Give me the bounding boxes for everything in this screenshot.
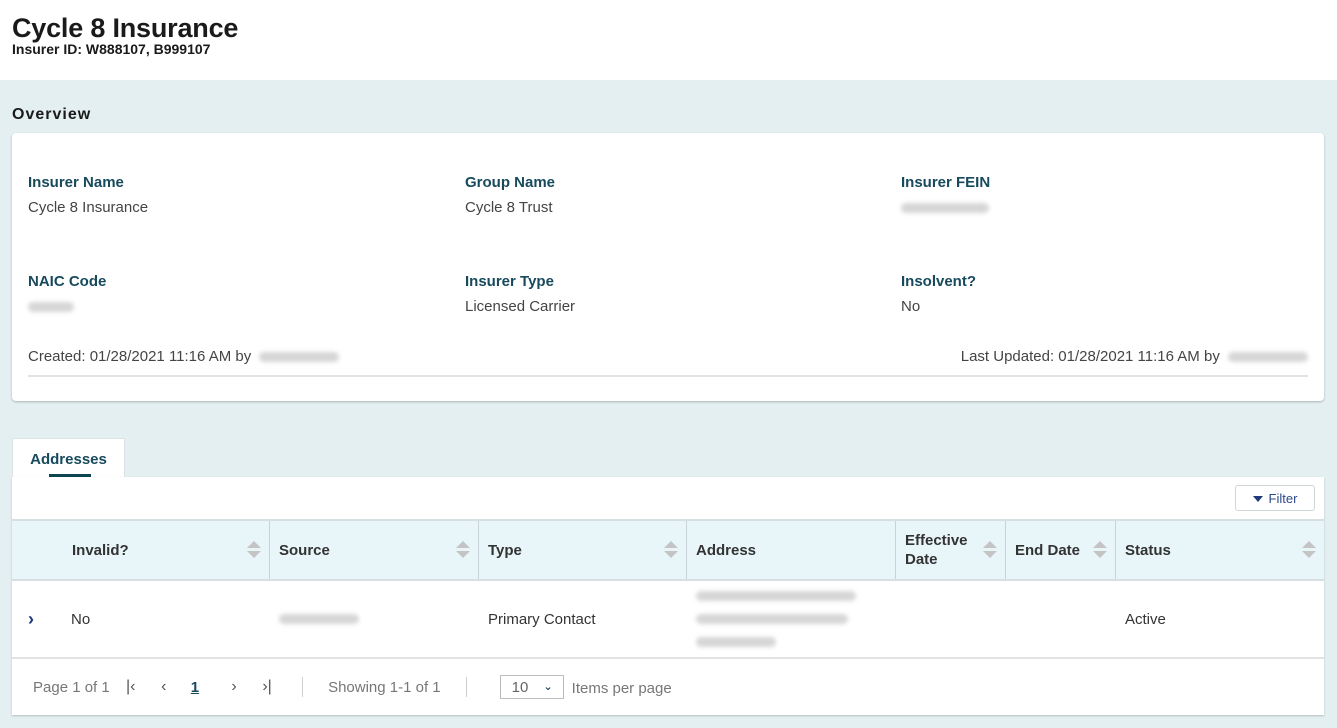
- field-insurer-name: Insurer Name Cycle 8 Insurance: [28, 174, 148, 217]
- column-title: Type: [488, 541, 522, 559]
- column-header-type[interactable]: Type: [479, 521, 687, 579]
- field-label: Insurer Name: [28, 174, 124, 191]
- cell-status: Active: [1125, 610, 1166, 628]
- field-label: Insurer FEIN: [901, 174, 991, 191]
- column-title: End Date: [1015, 541, 1081, 559]
- expand-row-chevron-icon[interactable]: ›: [28, 609, 34, 630]
- tab-label: Addresses: [30, 451, 107, 468]
- field-naic-code: NAIC Code: [28, 273, 106, 316]
- created-text: Created: 01/28/2021 11:16 AM by: [28, 348, 252, 365]
- items-per-page-select[interactable]: 10 ⌄: [499, 675, 564, 699]
- column-title: Effective Date: [905, 532, 968, 568]
- insurer-id: Insurer ID: W888107, B999107: [12, 41, 211, 57]
- last-updated-text: Last Updated: 01/28/2021 11:16 AM by: [960, 348, 1220, 365]
- field-value: Licensed Carrier: [465, 298, 576, 315]
- table-header: Invalid? Source Type Address Effective D…: [12, 519, 1324, 581]
- field-label: NAIC Code: [28, 273, 107, 290]
- column-header-effective-date[interactable]: Effective Date: [896, 521, 1006, 579]
- sort-icon[interactable]: [1302, 541, 1316, 559]
- column-title: Invalid?: [72, 541, 129, 559]
- field-insurer-fein: Insurer FEIN: [901, 174, 990, 217]
- column-header-status[interactable]: Status: [1116, 521, 1324, 579]
- overview-card: Insurer Name Cycle 8 Insurance Group Nam…: [12, 133, 1324, 401]
- sort-icon[interactable]: [456, 541, 470, 559]
- sort-icon[interactable]: [1093, 541, 1107, 559]
- tab-addresses[interactable]: Addresses: [12, 438, 125, 478]
- filter-icon: [1252, 496, 1263, 502]
- last-page-icon[interactable]: ›|: [259, 678, 275, 696]
- field-label: Insurer Type: [465, 273, 554, 290]
- column-title: Source: [279, 541, 330, 559]
- next-page-icon[interactable]: ›: [229, 678, 239, 696]
- page-number-current[interactable]: 1: [191, 679, 199, 696]
- addresses-table: Filter Invalid? Source Type Address Effe…: [12, 477, 1324, 715]
- column-header-address: Address: [687, 521, 896, 579]
- cell-type: Primary Contact: [488, 610, 596, 628]
- cell-source-redacted: [270, 581, 479, 657]
- field-insolvent: Insolvent? No: [901, 273, 976, 316]
- filter-label: Filter: [1268, 490, 1298, 506]
- last-updated-info: Last Updated: 01/28/2021 11:16 AM by: [961, 348, 1308, 365]
- page-indicator: Page 1 of 1: [33, 678, 110, 696]
- field-value: Cycle 8 Insurance: [28, 199, 149, 216]
- previous-page-icon[interactable]: ‹: [159, 678, 169, 696]
- first-page-icon[interactable]: |‹: [123, 678, 139, 696]
- sort-icon[interactable]: [247, 541, 261, 559]
- showing-count: Showing 1-1 of 1: [328, 678, 441, 696]
- column-title: Address: [696, 541, 757, 559]
- divider: [28, 375, 1308, 377]
- sort-icon[interactable]: [664, 541, 678, 559]
- overview-heading: Overview: [12, 106, 92, 123]
- page-title: Cycle 8 Insurance: [12, 13, 239, 43]
- cell-invalid: No: [71, 610, 91, 628]
- field-insurer-type: Insurer Type Licensed Carrier: [465, 273, 575, 316]
- field-value-redacted: [901, 199, 990, 217]
- sort-icon[interactable]: [983, 541, 997, 559]
- filter-button[interactable]: Filter: [1235, 485, 1315, 511]
- pagination: Page 1 of 1 |‹ ‹ 1 › ›| Showing 1-1 of 1…: [12, 659, 1324, 715]
- field-value: No: [901, 298, 921, 315]
- items-per-page-value: 10: [511, 678, 529, 696]
- field-value: Cycle 8 Trust: [465, 199, 553, 216]
- updated-by-redacted: [1228, 352, 1308, 363]
- field-value-redacted: [28, 298, 106, 316]
- field-group-name: Group Name Cycle 8 Trust: [465, 174, 555, 217]
- cell-address-redacted: [687, 581, 896, 657]
- cell-effective-date: [896, 581, 1006, 657]
- field-label: Insolvent?: [901, 273, 977, 290]
- cell-end-date: [1006, 581, 1116, 657]
- created-info: Created: 01/28/2021 11:16 AM by: [28, 348, 340, 365]
- field-label: Group Name: [465, 174, 556, 191]
- divider: [465, 677, 467, 697]
- table-row[interactable]: › No Primary Contact Active: [12, 581, 1324, 659]
- column-header-invalid[interactable]: Invalid?: [12, 521, 270, 579]
- column-header-end-date[interactable]: End Date: [1006, 521, 1116, 579]
- page-header: Cycle 8 Insurance Insurer ID: W888107, B…: [0, 0, 1337, 80]
- created-by-redacted: [259, 352, 340, 363]
- chevron-down-icon: ⌄: [543, 681, 553, 693]
- divider: [302, 677, 304, 697]
- column-title: Status: [1125, 541, 1171, 559]
- column-header-source[interactable]: Source: [270, 521, 479, 579]
- items-per-page-label: Items per page: [571, 680, 672, 697]
